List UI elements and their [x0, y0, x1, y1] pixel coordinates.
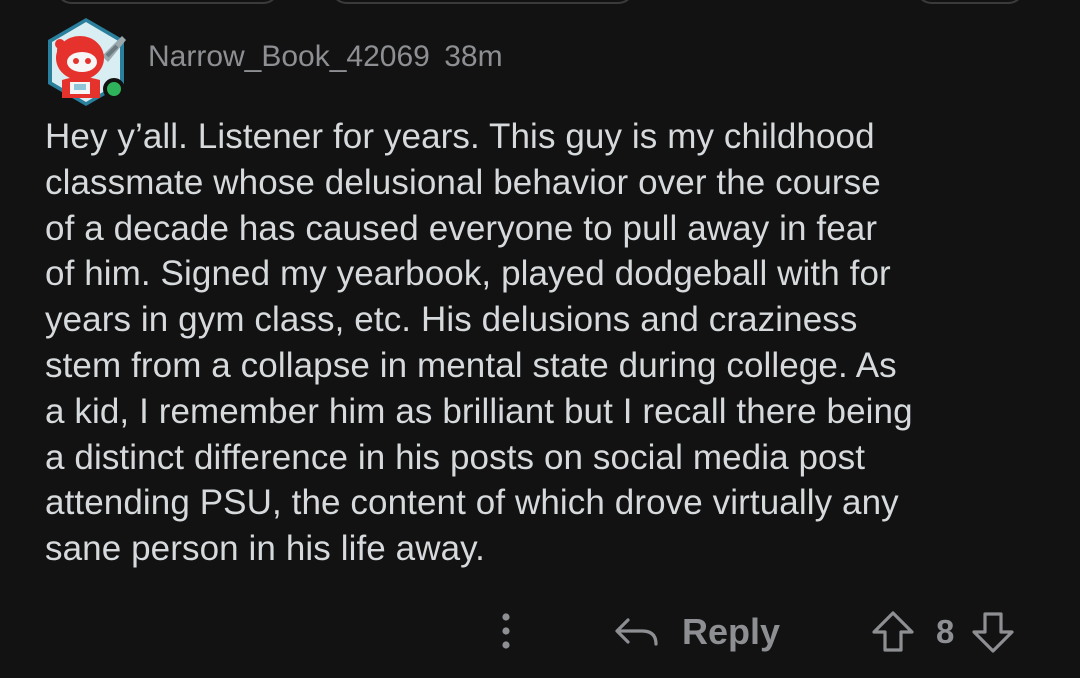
author-username[interactable]: Narrow_Book_42069	[148, 40, 430, 73]
reply-button[interactable]: Reply	[612, 604, 780, 660]
reply-label: Reply	[682, 611, 781, 652]
vote-count: 8	[936, 613, 955, 650]
top-pill-left[interactable]	[55, 0, 280, 4]
top-pill-right[interactable]	[915, 0, 1025, 4]
upvote-arrow-icon[interactable]	[870, 609, 916, 655]
top-pill-center[interactable]	[330, 0, 635, 4]
vote-control: 8	[870, 606, 1016, 658]
online-status-dot	[103, 78, 125, 100]
reply-arrow-icon	[612, 612, 662, 652]
comment-action-bar: Reply 8	[0, 604, 1080, 664]
downvote-arrow-icon[interactable]	[970, 609, 1016, 655]
comment-meta: Narrow_Book_42069 38m	[148, 40, 503, 74]
comment-body: Hey y’all. Listener for years. This guy …	[45, 117, 913, 569]
comment-timestamp: 38m	[444, 40, 503, 73]
more-vertical-icon[interactable]	[492, 608, 520, 654]
